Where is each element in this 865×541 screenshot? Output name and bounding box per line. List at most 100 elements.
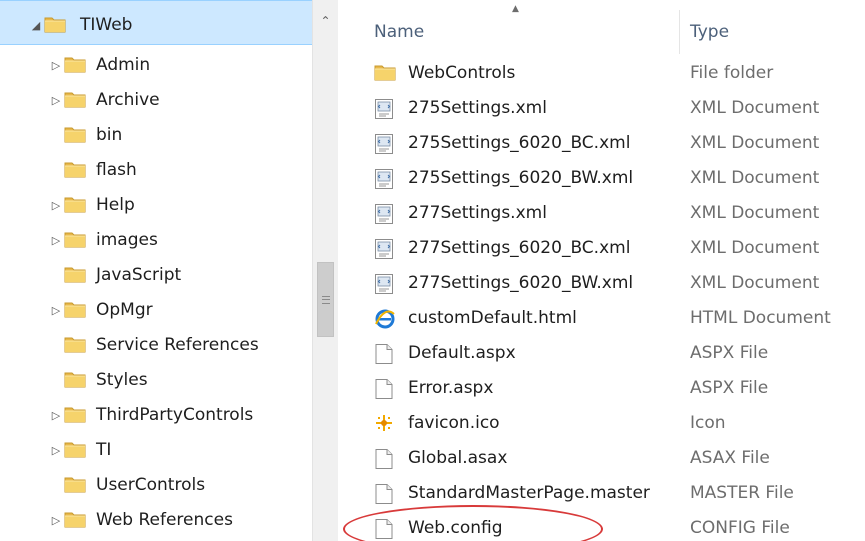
file-type: XML Document bbox=[690, 168, 820, 188]
tree-item-javascript[interactable]: JavaScript bbox=[0, 257, 312, 292]
file-type: XML Document bbox=[690, 203, 820, 223]
expand-arrow-icon[interactable]: ▷ bbox=[50, 48, 62, 83]
column-divider[interactable] bbox=[679, 10, 680, 54]
folder-icon bbox=[64, 230, 86, 248]
tree-item-label: ThirdPartyControls bbox=[96, 405, 254, 425]
folder-tree: ◢ TIWeb ▷ Admin ▷ Archive bin flash ▷ Help ▷ images… bbox=[0, 0, 312, 541]
sort-ascending-icon: ▲ bbox=[512, 4, 519, 14]
tree-item-web-references[interactable]: ▷ Web References bbox=[0, 502, 312, 537]
expand-arrow-icon[interactable]: ▷ bbox=[50, 503, 62, 538]
xml-file-icon bbox=[374, 133, 394, 155]
tree-scrollbar[interactable]: ⌃ bbox=[312, 0, 338, 541]
tree-item-label: Help bbox=[96, 195, 135, 215]
file-row[interactable]: 277Settings_6020_BC.xml XML Document bbox=[338, 231, 865, 266]
file-row[interactable]: favicon.ico Icon bbox=[338, 406, 865, 441]
xml-file-icon bbox=[374, 273, 394, 295]
file-name: WebControls bbox=[408, 63, 516, 83]
expand-arrow-icon[interactable]: ▷ bbox=[50, 398, 62, 433]
tree-item-archive[interactable]: ▷ Archive bbox=[0, 82, 312, 117]
file-type: CONFIG File bbox=[690, 518, 790, 538]
tree-item-admin[interactable]: ▷ Admin bbox=[0, 47, 312, 82]
tree-item-help[interactable]: ▷ Help bbox=[0, 187, 312, 222]
expand-arrow-icon[interactable]: ▷ bbox=[50, 83, 62, 118]
xml-file-icon bbox=[374, 168, 394, 190]
folder-icon bbox=[64, 90, 86, 108]
tree-item-bin[interactable]: bin bbox=[0, 117, 312, 152]
file-type: HTML Document bbox=[690, 308, 831, 328]
blank-file-icon bbox=[374, 483, 394, 505]
tree-item-flash[interactable]: flash bbox=[0, 152, 312, 187]
tree-item-label: Web References bbox=[96, 510, 233, 530]
scroll-up-arrow-icon[interactable]: ⌃ bbox=[313, 14, 338, 28]
folder-icon bbox=[374, 63, 396, 85]
blank-file-icon bbox=[374, 448, 394, 470]
tree-item-tiweb[interactable]: ◢ TIWeb bbox=[0, 0, 312, 45]
file-type: ASPX File bbox=[690, 378, 769, 398]
folder-icon bbox=[64, 160, 86, 178]
file-row[interactable]: 275Settings.xml XML Document bbox=[338, 91, 865, 126]
file-row[interactable]: customDefault.html HTML Document bbox=[338, 301, 865, 336]
tree-item-label: Styles bbox=[96, 370, 148, 390]
internet-explorer-icon bbox=[374, 308, 395, 330]
file-row[interactable]: WebControls File folder bbox=[338, 56, 865, 91]
tree-item-thirdpartycontrols[interactable]: ▷ ThirdPartyControls bbox=[0, 397, 312, 432]
tree-item-label: TI bbox=[96, 440, 112, 460]
file-row[interactable]: StandardMasterPage.master MASTER File bbox=[338, 476, 865, 511]
file-name: 277Settings.xml bbox=[408, 203, 547, 223]
expand-arrow-icon[interactable]: ▷ bbox=[50, 223, 62, 258]
file-row[interactable]: 275Settings_6020_BC.xml XML Document bbox=[338, 126, 865, 161]
xml-file-icon bbox=[374, 238, 394, 260]
tree-item-label: Archive bbox=[96, 90, 160, 110]
expand-arrow-icon[interactable]: ▷ bbox=[50, 188, 62, 223]
column-header-row: ▲ Name Type bbox=[338, 0, 865, 56]
file-type: XML Document bbox=[690, 98, 820, 118]
folder-icon bbox=[44, 15, 66, 33]
folder-icon bbox=[64, 475, 86, 493]
folder-icon bbox=[64, 440, 86, 458]
scroll-thumb[interactable] bbox=[317, 262, 334, 337]
expand-arrow-icon[interactable]: ▷ bbox=[50, 293, 62, 328]
collapse-arrow-icon[interactable]: ◢ bbox=[30, 8, 42, 43]
file-type: XML Document bbox=[690, 133, 820, 153]
tree-item-label: Service References bbox=[96, 335, 259, 355]
file-row[interactable]: Default.aspx ASPX File bbox=[338, 336, 865, 371]
file-row[interactable]: 277Settings_6020_BW.xml XML Document bbox=[338, 266, 865, 301]
tree-item-label: UserControls bbox=[96, 475, 206, 495]
tree-item-opmgr[interactable]: ▷ OpMgr bbox=[0, 292, 312, 327]
file-row[interactable]: 277Settings.xml XML Document bbox=[338, 196, 865, 231]
file-name: 277Settings_6020_BW.xml bbox=[408, 273, 634, 293]
file-type: File folder bbox=[690, 63, 774, 83]
tree-item-styles[interactable]: Styles bbox=[0, 362, 312, 397]
xml-file-icon bbox=[374, 98, 394, 120]
file-type: XML Document bbox=[690, 273, 820, 293]
file-name: favicon.ico bbox=[408, 413, 500, 433]
folder-icon bbox=[64, 265, 86, 283]
grip-icon bbox=[321, 295, 330, 304]
file-name: Global.asax bbox=[408, 448, 508, 468]
tree-item-images[interactable]: ▷ images bbox=[0, 222, 312, 257]
tree-item-service-references[interactable]: Service References bbox=[0, 327, 312, 362]
favicon-icon bbox=[374, 413, 394, 435]
file-type: ASPX File bbox=[690, 343, 769, 363]
folder-icon bbox=[64, 335, 86, 353]
expand-arrow-icon[interactable]: ▷ bbox=[50, 433, 62, 468]
file-list: ▲ Name Type WebControls File folder 275Set… bbox=[338, 0, 865, 541]
column-header-name[interactable]: Name bbox=[374, 10, 424, 54]
file-row[interactable]: 275Settings_6020_BW.xml XML Document bbox=[338, 161, 865, 196]
folder-icon bbox=[64, 195, 86, 213]
file-row[interactable]: Global.asax ASAX File bbox=[338, 441, 865, 476]
file-name: Default.aspx bbox=[408, 343, 516, 363]
xml-file-icon bbox=[374, 203, 394, 225]
column-header-type[interactable]: Type bbox=[690, 10, 729, 54]
folder-icon bbox=[64, 405, 86, 423]
file-type: MASTER File bbox=[690, 483, 794, 503]
tree-item-ti[interactable]: ▷ TI bbox=[0, 432, 312, 467]
file-type: XML Document bbox=[690, 238, 820, 258]
file-row[interactable]: Error.aspx ASPX File bbox=[338, 371, 865, 406]
tree-item-usercontrols[interactable]: UserControls bbox=[0, 467, 312, 502]
